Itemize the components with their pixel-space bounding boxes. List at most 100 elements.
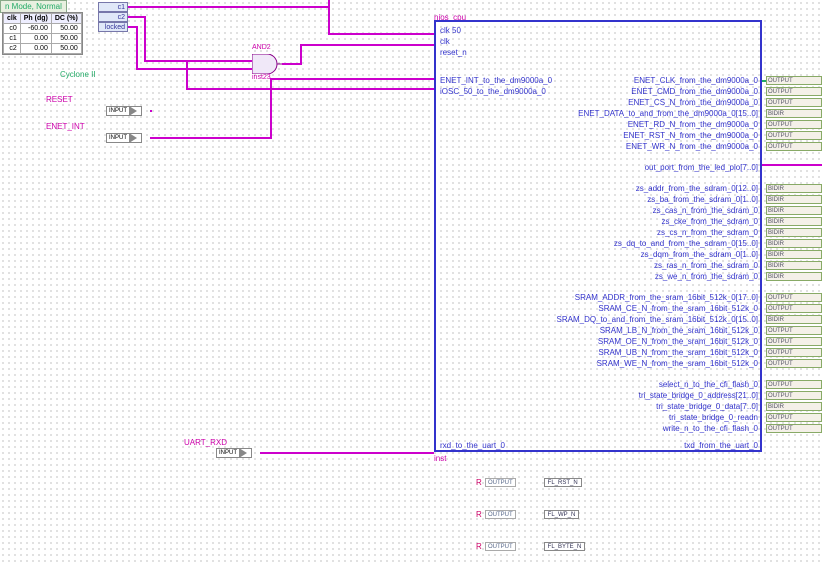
output-pin[interactable]: BIDIR — [766, 250, 822, 259]
output-pin[interactable]: OUTPUT — [766, 424, 822, 433]
output-pin[interactable]: BIDIR — [766, 195, 822, 204]
flash-output-row[interactable]: OUTPUT FL_BYTE_N — [485, 542, 585, 551]
output-pin[interactable]: OUTPUT — [485, 478, 516, 487]
nios-port[interactable]: ENET_CLK_from_the_dm9000a_0 — [634, 75, 758, 86]
output-pin[interactable]: BIDIR — [766, 206, 822, 215]
output-pin[interactable]: OUTPUT — [766, 391, 822, 400]
output-pin[interactable]: OUTPUT — [766, 76, 822, 85]
output-pin[interactable]: OUTPUT — [766, 131, 822, 140]
output-pin[interactable]: BIDIR — [766, 272, 822, 281]
wire — [186, 88, 434, 90]
output-pin[interactable]: OUTPUT — [766, 326, 822, 335]
output-pin[interactable]: OUTPUT — [766, 348, 822, 357]
param-cell: 50.00 — [51, 44, 81, 54]
uart-rxd-input[interactable]: INPUT — [216, 448, 252, 458]
input-pin-text: INPUT — [219, 450, 237, 456]
nios-port-clk50[interactable]: clk 50 — [440, 25, 461, 36]
nios-port-txd[interactable]: txd_from_the_uart_0 — [684, 440, 758, 451]
pll-port-c2[interactable]: c2 — [98, 12, 128, 22]
output-pin[interactable]: OUTPUT — [766, 304, 822, 313]
output-pin[interactable]: OUTPUT — [766, 293, 822, 302]
nios-port[interactable]: SRAM_OE_N_from_the_sram_16bit_512k_0 — [598, 336, 758, 347]
nios-port[interactable]: SRAM_DQ_to_and_from_the_sram_16bit_512k_… — [557, 314, 758, 325]
nios-port[interactable]: ENET_CS_N_from_the_dm9000a_0 — [628, 97, 758, 108]
nios-port[interactable]: SRAM_LB_N_from_the_sram_16bit_512k_0 — [600, 325, 758, 336]
input-pin-text: INPUT — [109, 108, 127, 114]
output-pin[interactable]: BIDIR — [766, 402, 822, 411]
wire — [150, 110, 152, 112]
nios-port[interactable]: tri_state_bridge_0_address[21..0] — [639, 390, 758, 401]
nios-port[interactable]: SRAM_WE_N_from_the_sram_16bit_512k_0 — [597, 358, 758, 369]
nios-port[interactable]: ENET_CMD_from_the_dm9000a_0 — [631, 86, 758, 97]
output-pin[interactable]: OUTPUT — [766, 380, 822, 389]
output-pin[interactable]: BIDIR — [766, 217, 822, 226]
nios-port[interactable]: tri_state_bridge_0_readn — [669, 412, 758, 423]
output-pin[interactable]: BIDIR — [766, 184, 822, 193]
nios-port[interactable]: zs_cke_from_the_sdram_0 — [662, 216, 759, 227]
enet-int-input[interactable]: INPUT — [106, 133, 142, 143]
nios-port-enet-int[interactable]: ENET_INT_to_the_dm9000a_0 — [440, 75, 552, 86]
nios-port[interactable]: zs_addr_from_the_sdram_0[12..0] — [636, 183, 758, 194]
param-cell: c1 — [4, 34, 21, 44]
output-pin[interactable]: BIDIR — [766, 228, 822, 237]
wire — [762, 164, 822, 166]
flash-output-row[interactable]: OUTPUT FL_WP_N — [485, 510, 579, 519]
nios-port[interactable]: zs_dq_to_and_from_the_sdram_0[15..0] — [614, 238, 758, 249]
flash-pin-label: FL_RST_N — [544, 478, 582, 487]
flash-pin-label: FL_WP_N — [544, 510, 580, 519]
nios-port[interactable]: select_n_to_the_cfi_flash_0 — [659, 379, 758, 390]
output-pin[interactable]: OUTPUT — [766, 413, 822, 422]
output-pin[interactable]: BIDIR — [766, 315, 822, 324]
wire — [282, 63, 302, 65]
pll-port-locked[interactable]: locked — [98, 22, 128, 32]
nios-port[interactable]: zs_we_n_from_the_sdram_0 — [655, 271, 758, 282]
nios-port[interactable]: tri_state_bridge_0_data[7..0] — [656, 401, 758, 412]
output-pin[interactable]: OUTPUT — [766, 337, 822, 346]
nios-port[interactable]: ENET_WR_N_from_the_dm9000a_0 — [626, 141, 758, 152]
wire — [328, 0, 330, 8]
nios-port[interactable]: SRAM_UB_N_from_the_sram_16bit_512k_0 — [598, 347, 758, 358]
output-pin[interactable]: OUTPUT — [485, 510, 516, 519]
nios-port[interactable]: SRAM_CE_N_from_the_sram_16bit_512k_0 — [598, 303, 758, 314]
nios-port-iosc[interactable]: iOSC_50_to_the_dm9000a_0 — [440, 86, 546, 97]
reset-input[interactable]: INPUT — [106, 106, 142, 116]
nios-port[interactable]: zs_ba_from_the_sdram_0[1..0] — [647, 194, 758, 205]
nios-port[interactable]: ENET_RD_N_from_the_dm9000a_0 — [628, 119, 758, 130]
wire — [136, 26, 138, 70]
output-pin[interactable]: BIDIR — [766, 261, 822, 270]
wire — [144, 16, 146, 62]
nios-port[interactable]: SRAM_ADDR_from_the_sram_16bit_512k_0[17.… — [575, 292, 758, 303]
output-pin[interactable]: OUTPUT — [485, 542, 516, 551]
output-pin[interactable]: OUTPUT — [766, 98, 822, 107]
wire — [328, 33, 434, 35]
output-pin[interactable]: OUTPUT — [766, 142, 822, 151]
nios-port[interactable]: write_n_to_the_cfi_flash_0 — [663, 423, 758, 434]
param-cell: 50.00 — [51, 24, 81, 34]
param-cell: 0.00 — [20, 34, 51, 44]
flash-r-label: R — [476, 510, 482, 519]
param-header: Ph (dg) — [20, 14, 51, 24]
flash-output-row[interactable]: OUTPUT FL_RST_N — [485, 478, 582, 487]
nios-port[interactable]: ENET_DATA_to_and_from_the_dm9000a_0[15..… — [578, 108, 758, 119]
nios-port-rxd[interactable]: rxd_to_the_uart_0 — [440, 440, 505, 451]
nios-port[interactable]: zs_cs_n_from_the_sdram_0 — [657, 227, 758, 238]
nios-port-reset[interactable]: reset_n — [440, 47, 467, 58]
param-cell: 50.00 — [51, 34, 81, 44]
wire — [150, 137, 270, 139]
and-gate[interactable] — [252, 54, 282, 74]
nios-port[interactable]: zs_ras_n_from_the_sdram_0 — [654, 260, 758, 271]
output-pin[interactable]: BIDIR — [766, 109, 822, 118]
nios-port[interactable]: zs_dqm_from_the_sdram_0[1..0] — [641, 249, 758, 260]
output-pin[interactable]: OUTPUT — [766, 359, 822, 368]
output-pin[interactable]: OUTPUT — [766, 120, 822, 129]
nios-port[interactable]: ENET_RST_N_from_the_dm9000a_0 — [623, 130, 758, 141]
output-pin[interactable]: OUTPUT — [766, 87, 822, 96]
pll-ports: c1 c2 locked — [98, 2, 128, 32]
output-pin[interactable]: BIDIR — [766, 239, 822, 248]
nios-port-clk[interactable]: clk — [440, 36, 450, 47]
param-header: DC (%) — [51, 14, 81, 24]
reset-label: RESET — [46, 95, 73, 104]
nios-port[interactable]: zs_cas_n_from_the_sdram_0 — [653, 205, 758, 216]
pll-port-c1[interactable]: c1 — [98, 2, 128, 12]
nios-port-led[interactable]: out_port_from_the_led_pio[7..0] — [645, 162, 758, 173]
